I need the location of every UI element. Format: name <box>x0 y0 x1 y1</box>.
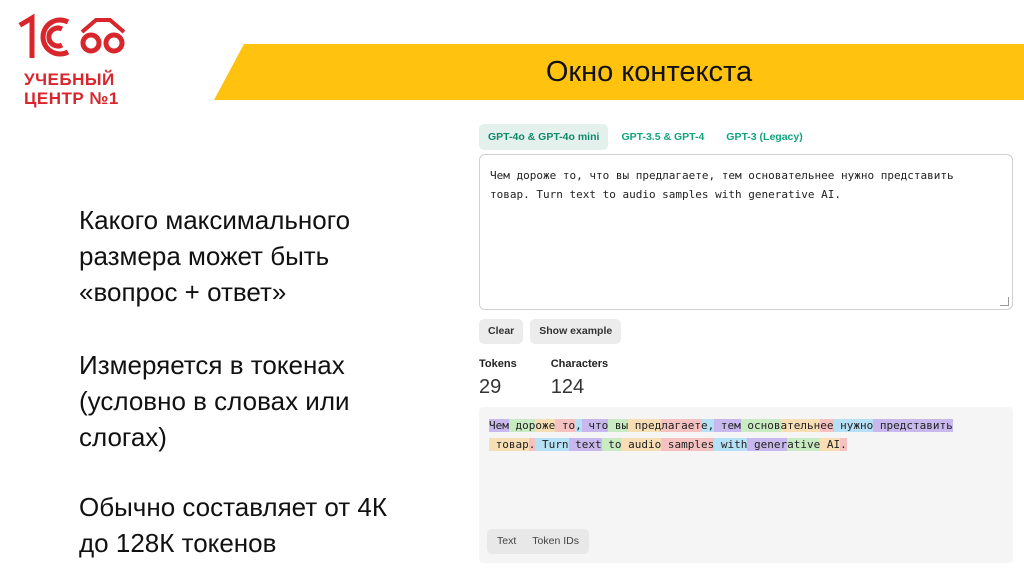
resize-handle-icon[interactable] <box>1000 297 1009 306</box>
token-stats: Tokens 29 Characters 124 <box>479 358 608 399</box>
1c-logo-icon <box>18 13 126 58</box>
text-line: слогах) <box>79 422 167 452</box>
token: gener <box>747 438 788 451</box>
token: пред <box>628 419 662 432</box>
title-banner: Окно контекста <box>214 44 1024 100</box>
characters-label: Characters <box>550 358 609 370</box>
token: ательн <box>780 419 821 432</box>
token: . <box>840 438 847 451</box>
output-view-toggle: Text Token IDs <box>487 529 589 554</box>
question-paragraph: Какого максимального размера может быть … <box>79 202 459 310</box>
text-line: размера может быть <box>79 241 330 271</box>
text-line: Обычно составляет от 4К <box>79 492 388 522</box>
token: text <box>568 438 602 451</box>
token: основ <box>740 419 781 432</box>
token: то <box>555 419 576 432</box>
text-line: (условно в словах или <box>79 386 350 416</box>
token: лагает <box>661 419 701 432</box>
text-line: до 128К токенов <box>79 528 277 558</box>
token: вы <box>608 419 629 432</box>
action-buttons: Clear Show example <box>479 319 622 344</box>
clear-button[interactable]: Clear <box>479 319 524 344</box>
token: ative <box>787 438 821 451</box>
slide-title: Окно контекста <box>545 55 753 88</box>
token: представить <box>873 419 953 432</box>
token: AI <box>820 438 841 451</box>
token: е, <box>701 419 715 432</box>
tab-gpt-3-5-gpt-4[interactable]: GPT-3.5 & GPT-4 <box>612 124 713 150</box>
tokens-count: 29 <box>479 376 502 398</box>
tab-gpt-3-legacy[interactable]: GPT-3 (Legacy) <box>717 124 811 150</box>
token-output: Чем дороже то, что вы предлагаете, тем о… <box>479 407 1013 563</box>
model-tabs: GPT-4o & GPT-4o mini GPT-3.5 & GPT-4 GPT… <box>479 124 812 150</box>
logo-line2: ЦЕНТР №1 <box>24 89 119 108</box>
tokens-stat: Tokens 29 <box>479 358 517 399</box>
tokens-label: Tokens <box>479 358 517 370</box>
text-line: Измеряется в токенах <box>79 350 345 380</box>
characters-stat: Characters 124 <box>551 358 608 399</box>
token: что <box>581 419 609 432</box>
token: тем <box>714 419 741 432</box>
size-paragraph: Обычно составляет от 4К до 128К токенов <box>79 489 459 561</box>
view-token-ids-tab[interactable]: Token IDs <box>524 529 587 554</box>
token: товар <box>489 438 529 451</box>
input-text[interactable]: Чем дороже то, что вы предлагаете, тем о… <box>490 166 992 204</box>
token: оже <box>535 419 556 432</box>
token: samples <box>661 438 715 451</box>
token: with <box>714 438 748 451</box>
measure-paragraph: Измеряется в токенах (условно в словах и… <box>79 347 459 455</box>
token: ее <box>820 419 834 432</box>
token: audio <box>621 438 662 451</box>
text-line: Какого максимального <box>79 205 351 235</box>
tab-gpt-4o[interactable]: GPT-4o & GPT-4o mini <box>479 124 609 150</box>
token: , <box>575 419 582 432</box>
view-text-tab[interactable]: Text <box>489 529 524 554</box>
token: Чем <box>489 419 509 432</box>
token: to <box>601 438 622 451</box>
token: дор <box>508 419 536 432</box>
text-input-area[interactable]: Чем дороже то, что вы предлагаете, тем о… <box>479 154 1013 310</box>
show-example-button[interactable]: Show example <box>530 319 622 344</box>
token: нужно <box>833 419 874 432</box>
logo-line1: УЧЕБНЫЙ <box>24 70 115 89</box>
characters-count: 124 <box>550 376 585 398</box>
text-line: «вопрос + ответ» <box>79 277 287 307</box>
token-visualization: Чем дороже то, что вы предлагаете, тем о… <box>489 416 993 454</box>
logo: УЧЕБНЫЙ ЦЕНТР №1 <box>18 12 128 108</box>
token: Turn <box>535 438 569 451</box>
